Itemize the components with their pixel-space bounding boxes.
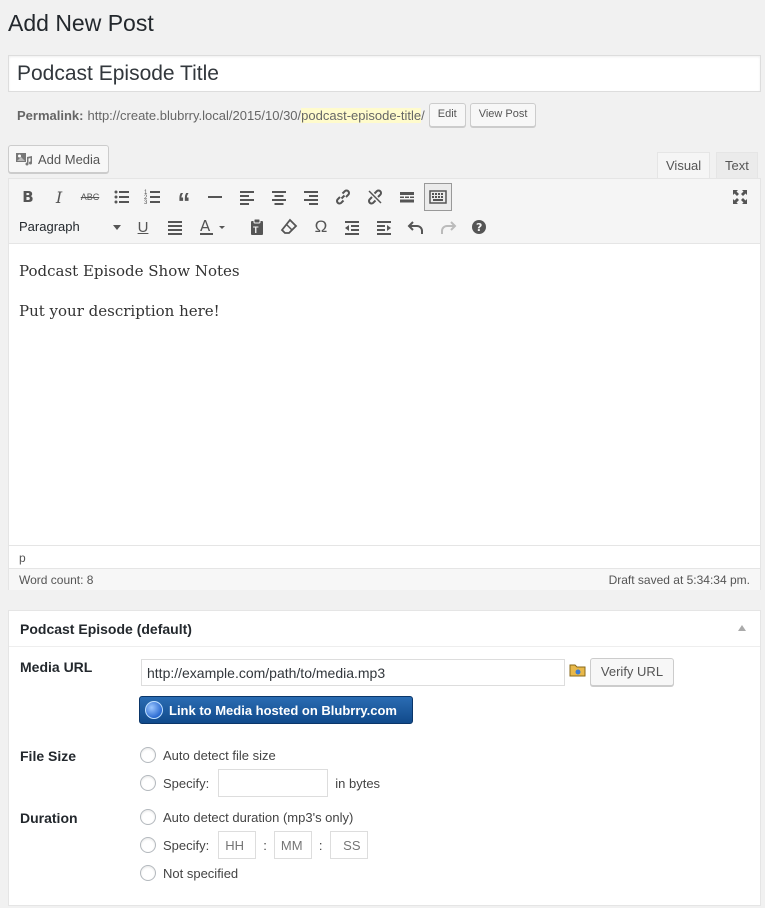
edit-permalink-button[interactable]: Edit [428, 103, 466, 127]
blubrry-link-label: Link to Media hosted on Blubrry.com [169, 702, 397, 718]
tab-text[interactable]: Text [716, 152, 758, 178]
element-path[interactable]: p [9, 545, 760, 567]
strikethrough-icon[interactable]: ABC [76, 183, 104, 211]
align-center-icon[interactable] [265, 183, 293, 211]
draft-saved-status: Draft saved at 5:34:34 pm. [608, 573, 750, 587]
unlink-icon[interactable] [361, 183, 389, 211]
duration-not-specified-radio[interactable] [140, 865, 156, 881]
globe-icon [145, 701, 163, 719]
duration-specify-label: Specify: [163, 837, 210, 853]
content-line: Put your description here! [19, 302, 220, 320]
undo-icon[interactable] [402, 213, 430, 241]
svg-text:T: T [253, 225, 259, 235]
duration-auto-label: Auto detect duration (mp3's only) [163, 809, 354, 825]
duration-auto-radio[interactable] [140, 809, 156, 825]
blockquote-icon[interactable]: “ [170, 183, 198, 215]
blubrry-link-button[interactable]: Link to Media hosted on Blubrry.com [139, 696, 413, 724]
duration-ss-input[interactable] [329, 831, 368, 859]
file-size-label: File Size [20, 748, 77, 764]
view-post-button[interactable]: View Post [469, 103, 537, 127]
editor-status-bar: Word count: 8 Draft saved at 5:34:34 pm. [9, 568, 760, 590]
media-url-input[interactable] [141, 659, 565, 686]
duration-mm-input[interactable] [273, 831, 312, 859]
svg-text:3: 3 [144, 200, 148, 206]
redo-icon[interactable] [434, 213, 462, 241]
add-media-label: Add Media [38, 151, 101, 167]
permalink-label: Permalink: [17, 107, 84, 123]
file-size-specify-radio[interactable] [140, 775, 156, 791]
indent-icon[interactable] [370, 213, 398, 241]
media-url-label: Media URL [20, 659, 93, 675]
duration-not-specified-option[interactable]: Not specified [140, 865, 238, 881]
fullscreen-icon[interactable] [726, 183, 754, 211]
media-icon [16, 153, 32, 166]
folder-icon[interactable] [569, 662, 587, 678]
permalink-slug[interactable]: podcast-episode-title [301, 107, 422, 123]
toolbar-toggle-icon[interactable] [424, 183, 452, 211]
file-size-specify-option[interactable]: Specify: in bytes [140, 769, 380, 797]
podcast-box-title: Podcast Episode (default) [20, 621, 192, 637]
file-size-auto-label: Auto detect file size [163, 747, 276, 763]
svg-text:?: ? [476, 221, 482, 234]
collapse-arrow-icon[interactable] [738, 625, 746, 631]
permalink-base: http://create.blubrry.local/2015/10/30/ [87, 107, 302, 123]
underline-icon[interactable]: U [129, 213, 157, 241]
special-char-icon[interactable]: Ω [307, 213, 335, 241]
help-icon[interactable]: ? [465, 213, 493, 241]
duration-not-specified-label: Not specified [163, 865, 239, 881]
format-select-value: Paragraph [19, 219, 80, 234]
post-editor: B I ABC 123 “ Paragraph U A T Ω ? Podcas… [8, 178, 761, 590]
file-size-auto-radio[interactable] [140, 747, 156, 763]
clear-format-icon[interactable] [275, 213, 303, 241]
duration-label: Duration [20, 810, 78, 826]
svg-text:A: A [200, 218, 211, 235]
permalink-row: Permalink: http://create.blubrry.local/2… [17, 103, 537, 127]
podcast-episode-box: Podcast Episode (default) [8, 610, 761, 906]
duration-auto-option[interactable]: Auto detect duration (mp3's only) [140, 809, 353, 825]
file-size-input[interactable] [218, 769, 329, 797]
word-count: Word count: 8 [19, 573, 94, 587]
align-right-icon[interactable] [297, 183, 325, 211]
numbered-list-icon[interactable]: 123 [139, 183, 167, 211]
add-media-button[interactable]: Add Media [8, 145, 110, 173]
post-title-input[interactable] [8, 55, 761, 92]
file-size-auto-option[interactable]: Auto detect file size [140, 747, 276, 763]
align-left-icon[interactable] [233, 183, 261, 211]
outdent-icon[interactable] [338, 213, 366, 241]
bullet-list-icon[interactable] [108, 183, 136, 211]
editor-toolbar: B I ABC 123 “ Paragraph U A T Ω ? [9, 179, 760, 244]
italic-icon[interactable]: I [45, 183, 73, 211]
duration-hh-input[interactable] [218, 831, 257, 859]
bold-icon[interactable]: B [14, 183, 42, 211]
duration-specify-radio[interactable] [140, 837, 156, 853]
text-color-icon[interactable]: A [194, 213, 234, 241]
content-line: Podcast Episode Show Notes [19, 262, 240, 280]
paste-text-icon[interactable]: T [243, 213, 271, 241]
horizontal-line-icon[interactable] [201, 183, 229, 211]
permalink-end: / [421, 107, 425, 123]
verify-url-button[interactable]: Verify URL [590, 658, 674, 686]
file-size-specify-label: Specify: [163, 775, 210, 791]
time-separator: : [318, 837, 323, 853]
format-select[interactable]: Paragraph [15, 215, 127, 239]
editor-content[interactable]: Podcast Episode Show Notes Put your desc… [19, 261, 750, 341]
file-size-unit: in bytes [335, 775, 381, 791]
read-more-icon[interactable] [393, 183, 421, 211]
link-icon[interactable] [329, 183, 357, 211]
podcast-box-header[interactable]: Podcast Episode (default) [9, 611, 760, 647]
time-separator: : [263, 837, 267, 853]
tab-visual[interactable]: Visual [657, 152, 711, 178]
page-title: Add New Post [8, 10, 154, 36]
duration-specify-option[interactable]: Specify: : : [140, 831, 368, 859]
justify-icon[interactable] [161, 213, 189, 241]
chevron-down-icon [113, 225, 121, 230]
